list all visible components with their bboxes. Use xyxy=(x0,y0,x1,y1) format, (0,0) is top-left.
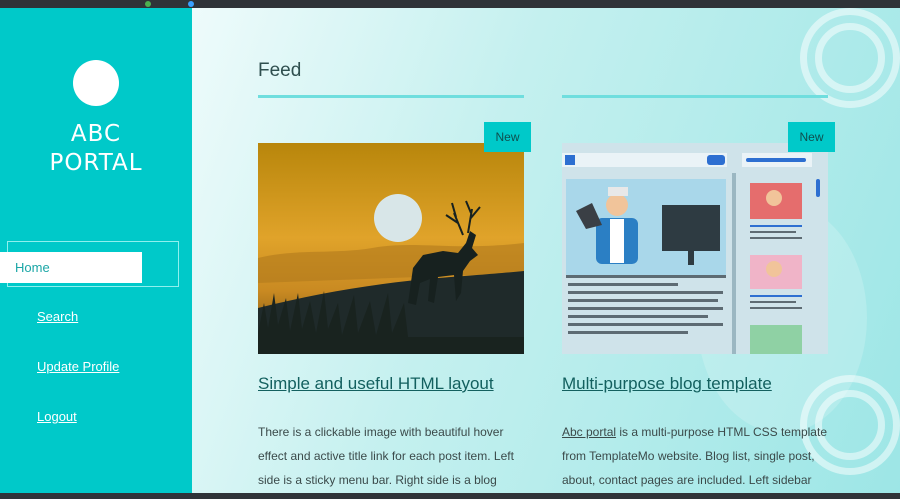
main-content: Feed New Simple and useful HTML layout T… xyxy=(192,8,900,493)
status-dot-icon xyxy=(145,1,151,7)
new-badge: New xyxy=(788,122,835,152)
abc-portal-link[interactable]: Abc portal xyxy=(562,425,616,439)
nav-item-search[interactable]: Search xyxy=(37,309,78,324)
status-dot-icon xyxy=(188,1,194,7)
brand-line-1: ABC xyxy=(70,121,122,147)
new-badge: New xyxy=(484,122,531,152)
nav-item-home[interactable]: Home xyxy=(0,252,142,283)
heading-divider xyxy=(258,95,524,98)
post-image-blog[interactable] xyxy=(562,143,828,354)
brand-line-2: PORTAL xyxy=(49,150,143,176)
post-title-link[interactable]: Multi-purpose blog template xyxy=(562,374,772,394)
sidebar: ABC PORTAL Home Search Update Profile Lo… xyxy=(0,8,192,493)
post-title-link[interactable]: Simple and useful HTML layout xyxy=(258,374,494,394)
nav-item-logout[interactable]: Logout xyxy=(37,409,77,424)
window-bottom-bar xyxy=(0,493,900,499)
post-excerpt: There is a clickable image with beautifu… xyxy=(258,425,514,487)
heading-divider xyxy=(562,95,828,98)
logo-icon xyxy=(73,60,119,106)
post-excerpt: Abc portal is a multi-purpose HTML CSS t… xyxy=(562,420,832,493)
browser-top-bar xyxy=(0,0,900,8)
post-image-deer[interactable] xyxy=(258,143,524,354)
brand-title: ABC PORTAL xyxy=(0,120,192,178)
page-title: Feed xyxy=(258,60,302,81)
nav-item-update-profile[interactable]: Update Profile xyxy=(37,359,119,374)
decor-ring xyxy=(815,23,885,93)
